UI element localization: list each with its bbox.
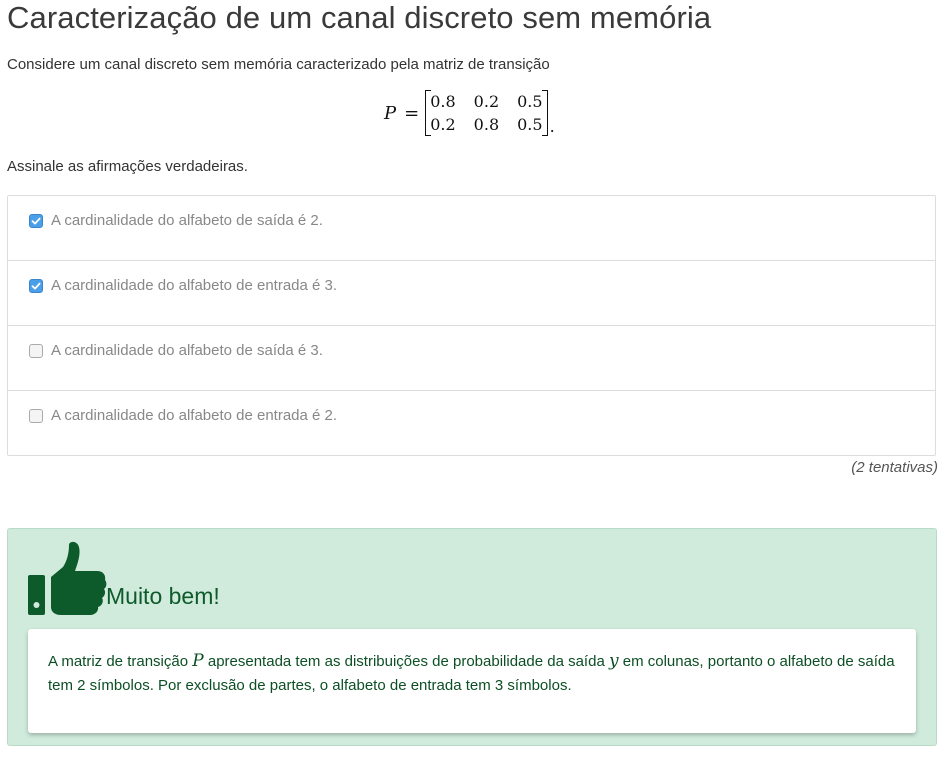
matrix-cell: 0.8	[430, 92, 456, 111]
option-label: A cardinalidade do alfabeto de entrada é…	[51, 407, 338, 424]
feedback-explanation: A matriz de transição P apresentada tem …	[28, 629, 916, 733]
matrix-symbol: P	[384, 102, 397, 124]
math-symbol-y: y	[608, 651, 619, 671]
matrix-body: 0.8 0.2 0.5 0.2 0.8 0.5	[425, 90, 548, 136]
intro-text: Considere um canal discreto sem memória …	[7, 56, 550, 73]
feedback-panel: Muito bem! A matriz de transição P apres…	[7, 528, 937, 746]
attempts-count: (2 tentativas)	[851, 459, 938, 476]
feedback-text: apresentada tem as distribuições de prob…	[203, 653, 609, 670]
checkbox-checked[interactable]	[29, 214, 43, 228]
option-2[interactable]: A cardinalidade do alfabeto de entrada é…	[8, 261, 935, 326]
checkmark-icon	[31, 217, 41, 225]
matrix-cell: 0.2	[473, 92, 500, 111]
page-title: Caracterização de um canal discreto sem …	[7, 0, 712, 35]
checkbox-checked[interactable]	[29, 279, 43, 293]
checkmark-icon	[31, 282, 41, 290]
option-label: A cardinalidade do alfabeto de saída é 2…	[51, 212, 323, 229]
option-label: A cardinalidade do alfabeto de saída é 3…	[51, 342, 323, 359]
transition-matrix: P = 0.8 0.2 0.5 0.2 0.8 0.5 .	[384, 90, 555, 136]
checkbox[interactable]	[29, 344, 43, 358]
matrix-equals: =	[404, 102, 420, 124]
matrix-cell: 0.5	[517, 115, 543, 134]
question-prompt: Assinale as afirmações verdadeiras.	[7, 158, 248, 175]
thumbs-up-icon	[28, 541, 107, 615]
matrix-terminator: .	[549, 117, 555, 136]
feedback-text: A matriz de transição	[48, 653, 193, 670]
matrix-cell: 0.5	[517, 92, 543, 111]
matrix-cell: 0.8	[473, 115, 500, 134]
option-3[interactable]: A cardinalidade do alfabeto de saída é 3…	[8, 326, 935, 391]
matrix-cell: 0.2	[430, 115, 456, 134]
feedback-title: Muito bem!	[106, 583, 220, 609]
checkbox[interactable]	[29, 409, 43, 423]
answer-options: A cardinalidade do alfabeto de saída é 2…	[7, 195, 936, 456]
option-1[interactable]: A cardinalidade do alfabeto de saída é 2…	[8, 196, 935, 261]
option-label: A cardinalidade do alfabeto de entrada é…	[51, 277, 338, 294]
option-4[interactable]: A cardinalidade do alfabeto de entrada é…	[8, 391, 935, 455]
math-symbol-P: P	[192, 651, 204, 671]
